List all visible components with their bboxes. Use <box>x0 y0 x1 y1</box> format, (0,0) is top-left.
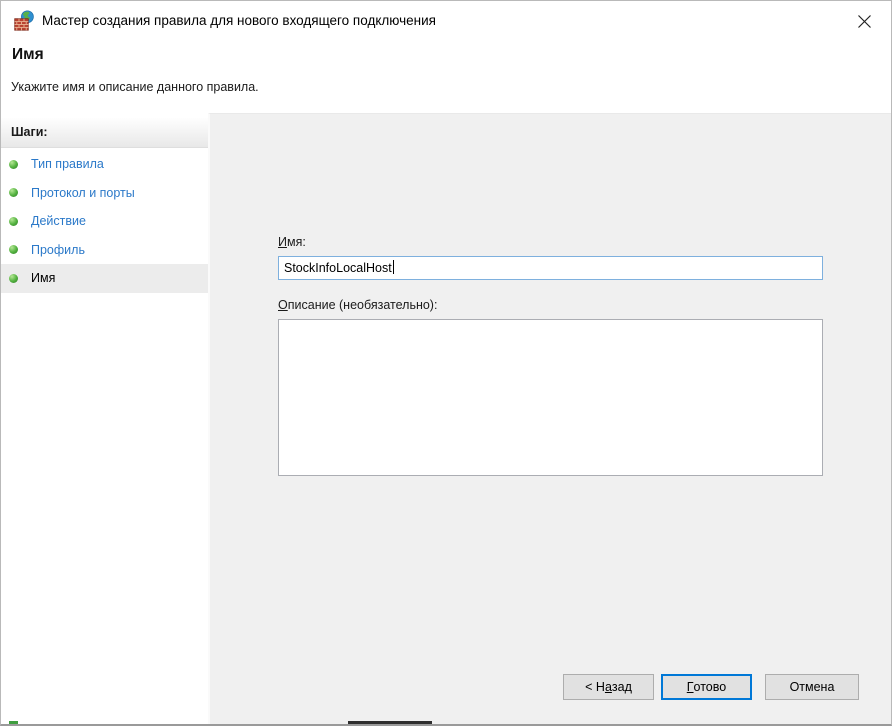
description-label-accesskey: О <box>278 298 288 312</box>
cancel-button-label: Отмена <box>790 680 835 694</box>
step-label: Протокол и порты <box>31 186 135 200</box>
name-label-rest: мя: <box>287 235 306 249</box>
description-label: Описание (необязательно): <box>278 298 437 312</box>
step-bullet-icon <box>9 217 18 226</box>
step-bullet-icon <box>9 245 18 254</box>
name-label: Имя: <box>278 235 306 249</box>
step-label: Тип правила <box>31 157 104 171</box>
screen-edge-artifact <box>348 721 432 724</box>
close-button[interactable] <box>842 1 887 41</box>
step-label: Имя <box>31 271 55 285</box>
back-button[interactable]: < Назад <box>563 674 654 700</box>
window-title: Мастер создания правила для нового входя… <box>42 1 436 41</box>
sidebar-step[interactable]: Протокол и порты <box>1 179 208 208</box>
firewall-icon <box>14 10 35 31</box>
description-input[interactable] <box>278 319 823 476</box>
name-label-accesskey: И <box>278 235 287 249</box>
wizard-page: Имя: StockInfoLocalHost Описание (необяз… <box>208 113 891 724</box>
content-area: Шаги: Тип правила Протокол и порты Действи… <box>1 113 891 724</box>
sidebar-step: Имя <box>1 264 208 293</box>
back-button-pre: < Н <box>585 680 605 694</box>
page-title: Имя <box>12 46 44 64</box>
sidebar-step[interactable]: Тип правила <box>1 150 208 179</box>
step-bullet-icon <box>9 274 18 283</box>
description-label-rest: писание (необязательно): <box>288 298 438 312</box>
finish-button-accesskey: Г <box>687 680 694 694</box>
sidebar-step[interactable]: Профиль <box>1 236 208 265</box>
text-caret <box>393 260 394 274</box>
screen-edge-artifact <box>9 721 18 724</box>
finish-button[interactable]: Готово <box>661 674 752 700</box>
page-subtitle: Укажите имя и описание данного правила. <box>11 80 259 94</box>
name-input-value: StockInfoLocalHost <box>284 261 392 275</box>
step-bullet-icon <box>9 160 18 169</box>
steps-heading: Шаги: <box>1 118 208 148</box>
step-label: Профиль <box>31 243 85 257</box>
titlebar: Мастер создания правила для нового входя… <box>1 1 891 41</box>
sidebar-step[interactable]: Действие <box>1 207 208 236</box>
steps-list: Тип правила Протокол и порты Действие Профи… <box>1 150 208 293</box>
close-icon <box>857 14 872 29</box>
name-input[interactable]: StockInfoLocalHost <box>278 256 823 280</box>
back-button-rest: зад <box>612 680 632 694</box>
cancel-button[interactable]: Отмена <box>765 674 859 700</box>
steps-sidebar: Шаги: Тип правила Протокол и порты Действи… <box>1 113 208 724</box>
step-label: Действие <box>31 214 86 228</box>
back-button-accesskey: а <box>605 680 612 694</box>
wizard-window: Мастер создания правила для нового входя… <box>0 0 892 726</box>
finish-button-rest: отово <box>694 680 727 694</box>
step-bullet-icon <box>9 188 18 197</box>
